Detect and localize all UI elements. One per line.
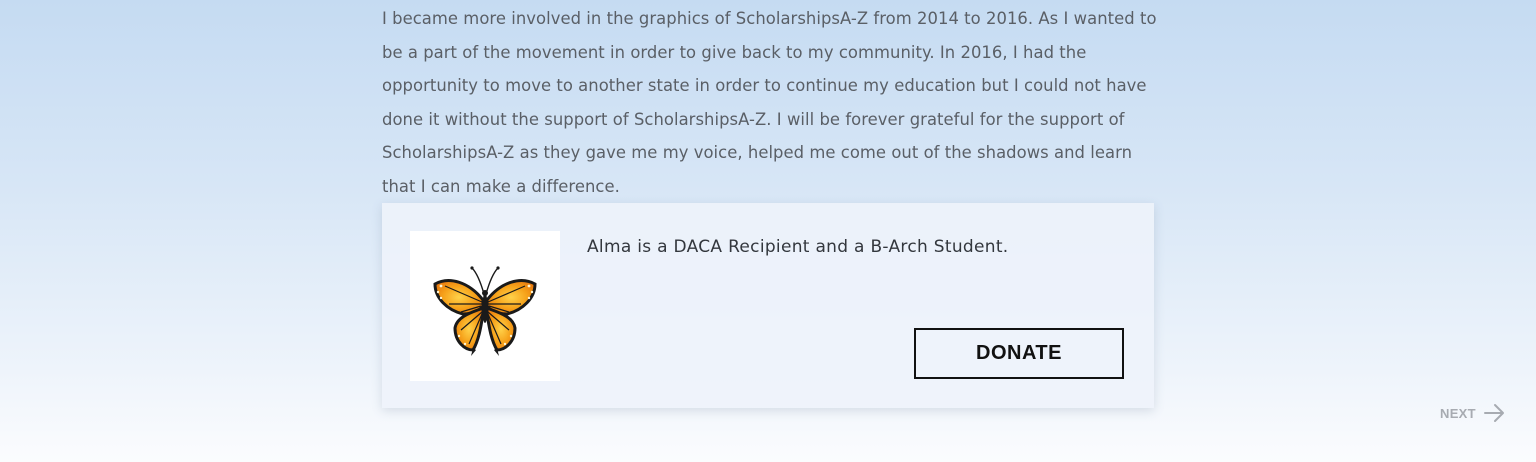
next-link[interactable]: NEXT bbox=[1440, 403, 1506, 423]
profile-bio: Alma is a DACA Recipient and a B-Arch St… bbox=[587, 237, 1009, 257]
butterfly-icon bbox=[433, 266, 537, 356]
profile-card: Alma is a DACA Recipient and a B-Arch St… bbox=[382, 203, 1154, 408]
profile-image bbox=[410, 231, 560, 381]
donate-button[interactable]: DONATE bbox=[914, 328, 1124, 379]
next-label: NEXT bbox=[1440, 405, 1476, 421]
arrow-right-icon bbox=[1483, 404, 1504, 422]
story-paragraph: I became more involved in the graphics o… bbox=[382, 9, 1157, 196]
